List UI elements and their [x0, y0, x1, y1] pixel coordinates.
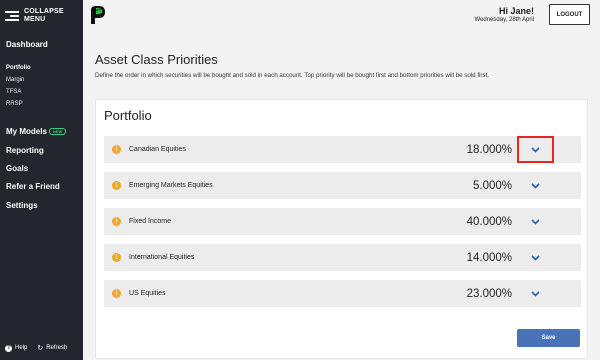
sidebar-item-goals[interactable]: Goals [6, 164, 28, 173]
sidebar-item-tfsa[interactable]: TFSA [6, 89, 21, 95]
asset-class-row[interactable]: ! US Equities 23.000% [104, 280, 581, 307]
asset-class-name: Emerging Markets Equities [129, 182, 213, 189]
sidebar-item-dashboard[interactable]: Dashboard [6, 40, 48, 49]
help-button[interactable]: ? Help [5, 344, 28, 352]
logout-button[interactable]: LOGOUT [549, 4, 590, 25]
help-label: Help [15, 345, 28, 351]
chevron-down-icon[interactable] [517, 208, 554, 235]
collapse-label-line1: COLLAPSE [24, 8, 64, 15]
asset-class-row[interactable]: ! Canadian Equities 18.000% [104, 136, 581, 163]
warning-icon: ! [112, 289, 121, 298]
asset-class-name: International Equities [129, 254, 195, 261]
warning-icon: ! [112, 181, 121, 190]
warning-icon: ! [112, 217, 121, 226]
card-title: Portfolio [104, 108, 152, 123]
page-description: Define the order in which securities wil… [95, 72, 490, 79]
asset-class-percent: 23.000% [466, 287, 512, 300]
chevron-down-icon[interactable] [517, 280, 554, 307]
asset-class-name: Fixed Income [129, 218, 172, 225]
sidebar-footer: ? Help ↻ Refresh [0, 336, 83, 360]
refresh-button[interactable]: ↻ Refresh [37, 344, 67, 352]
page-title: Asset Class Priorities [95, 52, 218, 67]
sidebar-item-portfolio[interactable]: Portfolio [6, 65, 31, 71]
asset-class-row[interactable]: ! International Equities 14.000% [104, 244, 581, 271]
sidebar-item-reporting[interactable]: Reporting [6, 146, 44, 155]
help-icon: ? [5, 344, 12, 352]
save-button[interactable]: Save [517, 329, 580, 347]
warning-icon: ! [112, 145, 121, 154]
asset-class-percent: 5.000% [472, 179, 512, 192]
sidebar-item-refer-a-friend[interactable]: Refer a Friend [6, 182, 60, 191]
refresh-label: Refresh [46, 345, 68, 351]
asset-class-row[interactable]: ! Fixed Income 40.000% [104, 208, 581, 235]
asset-class-name: US Equities [129, 290, 166, 297]
user-greeting: Hi Jane! Wednesday, 28th April [475, 6, 534, 23]
collapse-label-line2: MENU [24, 16, 46, 23]
asset-class-percent: 18.000% [466, 143, 512, 156]
sidebar: COLLAPSE MENU Dashboard Portfolio Margin… [0, 0, 83, 360]
collapse-menu-button[interactable]: COLLAPSE MENU [5, 8, 64, 24]
sidebar-item-my-models[interactable]: My Models NEW [6, 127, 67, 136]
portfolio-card: Portfolio ! Canadian Equities 18.000% ! … [95, 99, 588, 359]
greeting-text: Hi Jane! [498, 6, 534, 16]
logo[interactable] [87, 4, 109, 26]
asset-class-percent: 14.000% [466, 251, 512, 264]
date-text: Wednesday, 28th April [474, 17, 534, 23]
asset-class-percent: 40.000% [466, 215, 512, 228]
sidebar-item-label: My Models [6, 127, 47, 136]
asset-class-name: Canadian Equities [129, 146, 186, 153]
chevron-down-icon[interactable] [517, 244, 554, 271]
warning-icon: ! [112, 253, 121, 262]
new-badge: NEW [48, 128, 67, 136]
sidebar-item-margin[interactable]: Margin [6, 77, 24, 83]
sidebar-item-settings[interactable]: Settings [6, 201, 38, 210]
leaf-logo-icon [91, 6, 105, 24]
refresh-icon: ↻ [37, 345, 44, 352]
chevron-down-icon[interactable] [517, 172, 554, 199]
hamburger-icon [5, 9, 19, 23]
sidebar-item-rrsp[interactable]: RRSP [6, 101, 23, 107]
chevron-down-icon[interactable] [517, 136, 554, 163]
asset-class-row[interactable]: ! Emerging Markets Equities 5.000% [104, 172, 581, 199]
